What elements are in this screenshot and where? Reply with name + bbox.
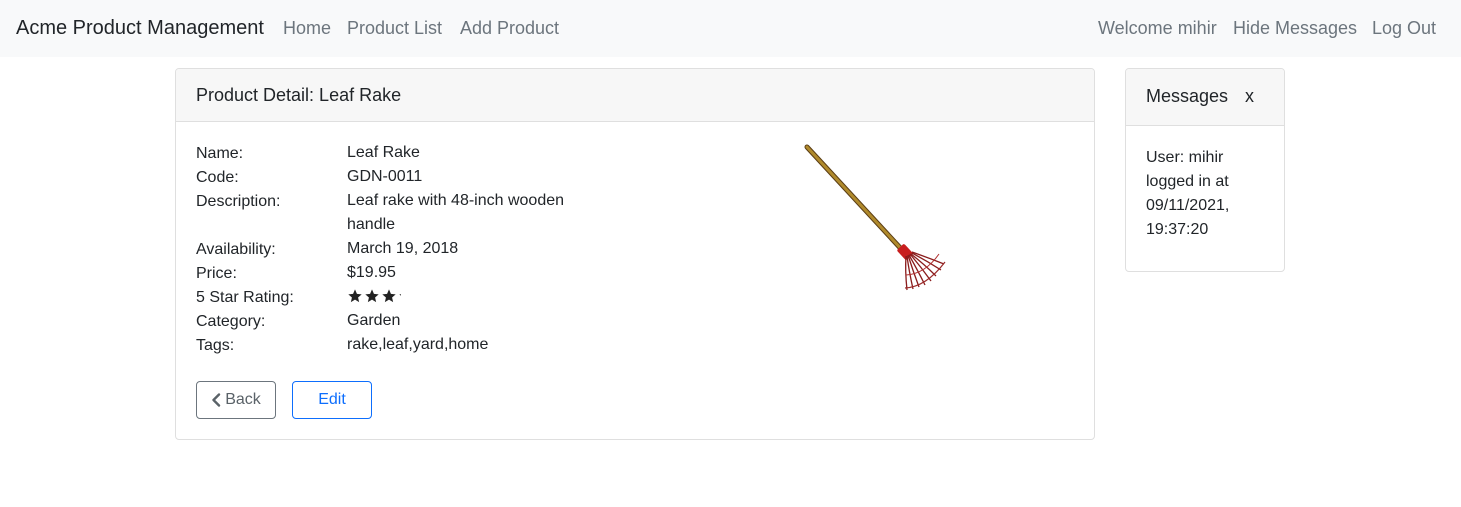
brand-title[interactable]: Acme Product Management (16, 17, 264, 40)
rating-label: 5 Star Rating: (196, 289, 294, 306)
messages-title: Messages (1146, 86, 1229, 106)
nav-link-home[interactable]: Home (283, 18, 331, 39)
back-button-label: Back (225, 391, 261, 408)
name-value: Leaf Rake (347, 144, 420, 161)
tags-value: rake,leaf,yard,home (347, 336, 489, 353)
price-label: Price: (196, 265, 237, 282)
star-icon (365, 289, 379, 303)
price-value: $19.95 (347, 264, 396, 281)
back-button[interactable]: Back (196, 381, 276, 419)
code-label: Code: (196, 169, 239, 186)
category-label: Category: (196, 313, 266, 330)
star-icon (399, 294, 402, 296)
description-label: Description: (196, 193, 281, 210)
description-value: Leaf rake with 48-inch wooden handle (347, 192, 565, 233)
product-detail-header: Product Detail: Leaf Rake (176, 69, 1094, 122)
close-messages-button[interactable]: x (1245, 86, 1254, 107)
nav-link-welcome[interactable]: Welcome mihir (1098, 18, 1217, 39)
messages-card: Messages x User: mihir logged in at 09/1… (1125, 68, 1285, 272)
messages-header: Messages x (1126, 69, 1284, 126)
name-label: Name: (196, 145, 244, 162)
edit-button-label: Edit (318, 391, 346, 408)
code-value: GDN-0011 (347, 168, 423, 185)
category-value: Garden (347, 312, 401, 329)
nav-link-log-out[interactable]: Log Out (1372, 18, 1436, 39)
chevron-left-icon (212, 393, 221, 407)
tags-label: Tags: (196, 337, 235, 354)
star-rating (347, 288, 402, 304)
edit-button[interactable]: Edit (292, 381, 372, 419)
availability-label: Availability: (196, 241, 276, 258)
availability-value: March 19, 2018 (347, 240, 459, 257)
nav-link-product-list[interactable]: Product List (347, 18, 442, 39)
nav-link-add-product[interactable]: Add Product (460, 18, 559, 39)
star-icon (382, 289, 396, 303)
product-detail-title: Product Detail: Leaf Rake (196, 85, 402, 105)
leaf-rake-icon (804, 144, 946, 291)
navbar: Acme Product Management Home Product Lis… (0, 0, 1461, 57)
message-text: User: mihir logged in at 09/11/2021, 19:… (1146, 149, 1230, 238)
product-detail-card: Product Detail: Leaf Rake Name: Leaf Rak… (175, 68, 1095, 440)
nav-link-hide-messages[interactable]: Hide Messages (1233, 18, 1357, 39)
star-icon (348, 289, 362, 303)
